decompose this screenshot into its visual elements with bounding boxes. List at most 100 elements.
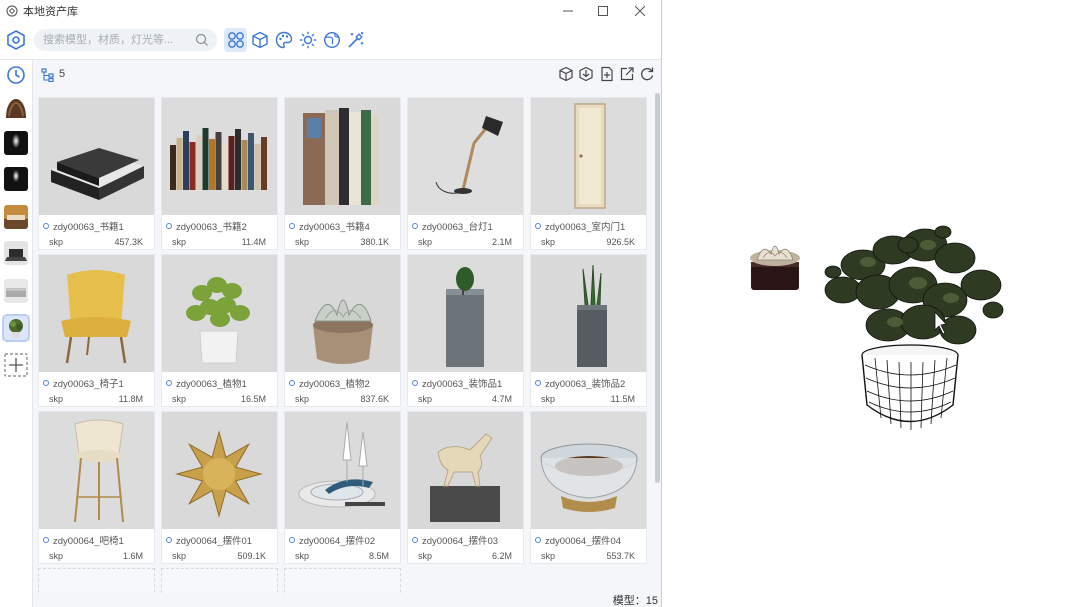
settings-hexagon-icon[interactable]: [5, 29, 27, 51]
asset-format: skp: [541, 551, 556, 561]
asset-name: zdy00063_装饰品2: [535, 376, 625, 390]
asset-size: 8.5M: [368, 551, 389, 561]
collection-item-plant[interactable]: [2, 314, 30, 342]
asset-format: skp: [541, 237, 556, 247]
category-models-tab[interactable]: [224, 28, 247, 52]
asset-name: zdy00063_椅子1: [43, 376, 124, 390]
asset-size: 509.1K: [237, 551, 266, 561]
3d-viewport[interactable]: [663, 0, 1079, 607]
asset-card[interactable]: zdy00064_摆件04 skp 553.7K: [530, 411, 647, 564]
history-button[interactable]: [4, 63, 28, 87]
room-thumb-icon: [4, 205, 28, 229]
asset-thumbnail[interactable]: [408, 412, 523, 529]
asset-name: zdy00064_摆件02: [289, 533, 375, 547]
asset-name: zdy00063_书籍2: [166, 219, 247, 233]
asset-status-dot: [412, 223, 418, 229]
asset-thumbnail[interactable]: [531, 412, 646, 529]
succulent-model[interactable]: [750, 245, 800, 290]
asset-format: skp: [418, 551, 433, 561]
model-cube-icon[interactable]: [558, 66, 574, 82]
asset-thumbnail[interactable]: [162, 412, 277, 529]
search-input[interactable]: [43, 32, 188, 48]
asset-thumbnail[interactable]: [39, 98, 154, 215]
asset-name: zdy00064_吧椅1: [43, 533, 124, 547]
minimize-button[interactable]: [550, 0, 586, 22]
asset-card[interactable]: zdy00064_摆件01 skp 509.1K: [161, 411, 278, 564]
asset-size: 1.6M: [122, 551, 143, 561]
search-box: [34, 29, 217, 51]
asset-size: 11.8M: [118, 394, 143, 404]
collection-item-box[interactable]: [4, 279, 28, 303]
import-model-icon[interactable]: [578, 66, 594, 82]
asset-format: skp: [172, 237, 187, 247]
category-effects-tab[interactable]: [344, 28, 367, 52]
asset-thumbnail[interactable]: [408, 98, 523, 215]
asset-card[interactable]: zdy00064_摆件03 skp 6.2M: [407, 411, 524, 564]
asset-thumbnail[interactable]: [39, 412, 154, 529]
asset-card[interactable]: zdy00063_装饰品1 skp 4.7M: [407, 254, 524, 407]
model-grid-icon: [227, 32, 244, 48]
cube-icon: [251, 31, 268, 49]
asset-card[interactable]: zdy00064_摆件02 skp 8.5M: [284, 411, 401, 564]
magic-wand-icon: [347, 32, 363, 48]
maximize-button[interactable]: [585, 0, 621, 22]
asset-card[interactable]: zdy00063_书籍2skp 11.4M: [161, 97, 278, 250]
asset-format: skp: [49, 237, 64, 247]
category-materials-tab[interactable]: [272, 28, 295, 52]
asset-thumbnail[interactable]: [531, 98, 646, 215]
asset-format: skp: [295, 237, 310, 247]
add-file-icon[interactable]: [599, 66, 615, 82]
category-lights-tab[interactable]: [296, 28, 319, 52]
collection-item-dark-1[interactable]: [4, 131, 28, 155]
asset-card[interactable]: zdy00063_植物2 skp 837.6K: [284, 254, 401, 407]
asset-card[interactable]: zdy00064_吧椅1 skp 1.6M: [38, 411, 155, 564]
asset-format: skp: [541, 394, 556, 404]
asset-card[interactable]: zdy00063_台灯1 skp 2.1M: [407, 97, 524, 250]
asset-size: 4.7M: [491, 394, 512, 404]
search-icon[interactable]: [195, 33, 209, 47]
collection-item-room[interactable]: [4, 205, 28, 229]
gray-box-thumb-icon: [4, 279, 28, 303]
asset-size: 837.6K: [360, 394, 389, 404]
collection-item-laptop[interactable]: [4, 241, 28, 265]
asset-status-dot: [535, 223, 541, 229]
add-collection-button[interactable]: [4, 353, 28, 377]
asset-size: 16.5M: [240, 394, 266, 404]
asset-thumbnail[interactable]: [39, 255, 154, 372]
asset-name: zdy00063_植物1: [166, 376, 247, 390]
close-button[interactable]: [622, 0, 658, 22]
asset-card[interactable]: zdy00063_书籍4 skp 380.1K: [284, 97, 401, 250]
asset-card[interactable]: zdy00063_植物1 skp 16.5M: [161, 254, 278, 407]
asset-status-dot: [412, 537, 418, 543]
asset-thumbnail[interactable]: [531, 255, 646, 372]
asset-thumbnail[interactable]: [162, 255, 277, 372]
collection-item-texture[interactable]: [4, 96, 28, 120]
asset-size: 11.4M: [241, 237, 266, 247]
asset-status-dot: [412, 380, 418, 386]
asset-thumbnail[interactable]: [408, 255, 523, 372]
asset-card[interactable]: zdy00063_装饰品2 skp 11.5M: [530, 254, 647, 407]
dark-light-thumb-icon: [4, 167, 28, 191]
sub-toolbar: 5: [33, 60, 661, 90]
asset-size: 457.3K: [114, 237, 143, 247]
asset-card[interactable]: zdy00063_室内门1 skp 926.5K: [530, 97, 647, 250]
potted-plant-model[interactable]: [824, 225, 1004, 430]
asset-format: skp: [418, 394, 433, 404]
asset-thumbnail[interactable]: [162, 98, 277, 215]
asset-status-dot: [535, 380, 541, 386]
category-cube-tab[interactable]: [248, 28, 271, 52]
asset-thumbnail[interactable]: [285, 98, 400, 215]
asset-card[interactable]: zdy00063_椅子1 skp 11.8M: [38, 254, 155, 407]
asset-thumbnail[interactable]: [285, 412, 400, 529]
refresh-icon[interactable]: [639, 66, 655, 82]
tree-structure-icon[interactable]: [41, 68, 55, 82]
asset-thumbnail[interactable]: [285, 255, 400, 372]
grid-scrollbar[interactable]: [655, 93, 660, 483]
category-environment-tab[interactable]: [320, 28, 343, 52]
viewport-scene: [750, 225, 1004, 430]
collection-item-dark-2[interactable]: [4, 167, 28, 191]
export-icon[interactable]: [619, 66, 635, 82]
asset-card[interactable]: zdy00063_书籍1 skp 457.3K: [38, 97, 155, 250]
asset-status-dot: [289, 223, 295, 229]
add-collection-icon: [4, 353, 28, 377]
